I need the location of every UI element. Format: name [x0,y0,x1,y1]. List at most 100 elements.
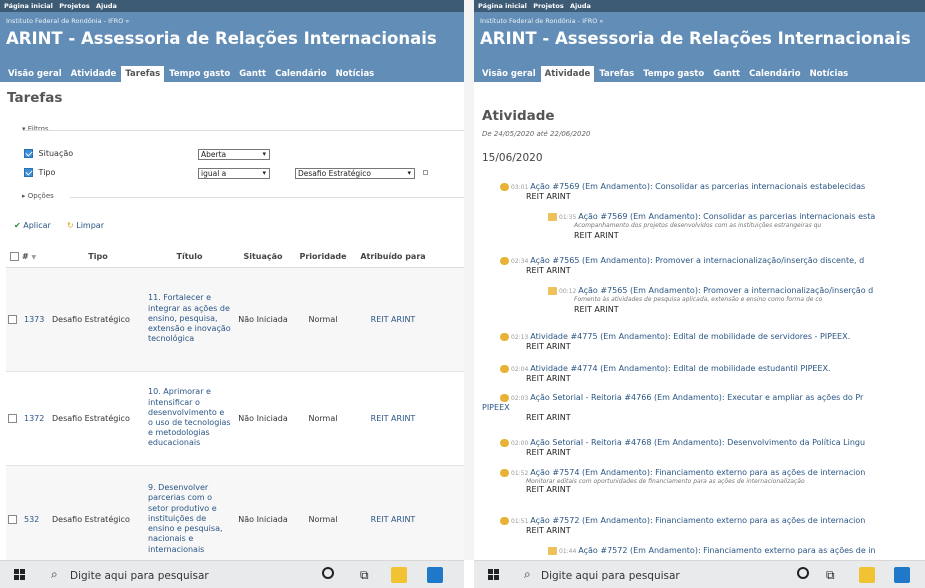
entry-link[interactable]: Ação #7569 (Em Andamento): Consolidar as… [578,212,875,221]
windows-start-icon[interactable] [488,569,500,581]
status-operator-select[interactable]: Aberta ▾ [198,149,270,160]
issue-icon [500,468,509,477]
taskbar-search-box[interactable]: Digite aqui para pesquisar [70,570,209,582]
tab-overview[interactable]: Visão geral [4,66,66,82]
check-icon: ✔ [14,221,21,230]
mail-icon[interactable] [427,567,443,583]
entry-time: 01:44 [559,548,577,555]
entry-author-link[interactable]: REIT ARINT [526,342,571,351]
tab-tasks[interactable]: Tarefas [595,66,638,82]
cortana-icon[interactable] [322,567,334,579]
type-value-select[interactable]: Desafio Estratégico ▾ [295,168,415,179]
menu-help[interactable]: Ajuda [96,2,117,10]
tab-news[interactable]: Notícias [806,66,853,82]
issue-id-link[interactable]: 1372 [22,371,50,466]
mail-icon[interactable] [894,567,910,583]
menu-help[interactable]: Ajuda [570,2,591,10]
tab-activity[interactable]: Atividade [67,66,121,82]
entry-link[interactable]: Atividade #4774 (Em Andamento): Edital d… [530,364,830,373]
taskbar-left: ⌕ Digite aqui para pesquisar ⧉ [0,560,464,588]
entry-link[interactable]: Ação Setorial - Reitoria #4768 (Em Andam… [530,438,865,447]
entry-link[interactable]: Ação #7565 (Em Andamento): Promover a in… [578,286,873,295]
table-row[interactable]: 1373 Desafio Estratégico 11. Fortalecer … [6,267,464,372]
entry-link[interactable]: Ação #7574 (Em Andamento): Financiamento… [530,468,865,477]
row-checkbox[interactable] [8,413,17,423]
entry-author-link[interactable]: REIT ARINT [574,231,619,240]
tab-time-spent[interactable]: Tempo gasto [165,66,234,82]
issue-title-link[interactable]: 10. Aprimorar e intensificar o desenvolv… [146,371,233,466]
row-checkbox[interactable] [8,514,17,524]
entry-author-link[interactable]: REIT ARINT [526,192,571,201]
entry-author-link[interactable]: REIT ARINT [526,374,571,383]
project-header: Instituto Federal de Rondônia - IFRO » A… [0,12,464,82]
tab-tasks[interactable]: Tarefas [121,66,165,82]
col-assignee[interactable]: Atribuído para [353,247,433,268]
table-row[interactable]: 532 Desafio Estratégico 9. Desenvolver p… [6,465,464,560]
taskbar-search-box[interactable]: Digite aqui para pesquisar [541,570,680,582]
search-icon[interactable]: ⌕ [524,567,531,582]
options-toggle[interactable]: ▸ Opções [22,192,54,200]
entry-link[interactable]: Atividade #4775 (Em Andamento): Edital d… [530,332,850,341]
menu-projects[interactable]: Projetos [59,2,90,10]
search-icon[interactable]: ⌕ [51,567,58,582]
apply-link[interactable]: ✔ Aplicar [14,221,51,230]
tab-calendar[interactable]: Calendário [271,66,330,82]
entry-author-link[interactable]: REIT ARINT [526,485,571,494]
filter-status-checkbox[interactable] [24,149,33,158]
tab-time-spent[interactable]: Tempo gasto [639,66,708,82]
row-checkbox[interactable] [8,314,17,324]
task-view-icon[interactable]: ⧉ [360,568,369,583]
select-all-checkbox[interactable] [9,252,19,262]
tab-overview[interactable]: Visão geral [478,66,540,82]
menu-home[interactable]: Página inicial [4,2,53,10]
col-type[interactable]: Tipo [50,247,146,268]
entry-author-link[interactable]: REIT ARINT [526,413,571,422]
issue-status: Não Iniciada [233,371,293,466]
clear-link[interactable]: ↻ Limpar [67,221,104,230]
entry-author-link[interactable]: REIT ARINT [526,526,571,535]
file-explorer-icon[interactable] [859,567,875,583]
cortana-icon[interactable] [797,567,809,579]
entry-link[interactable]: Ação #7572 (Em Andamento): Financiamento… [530,516,865,525]
task-view-icon[interactable]: ⧉ [826,568,835,583]
issue-id-link[interactable]: 1373 [22,267,50,372]
entry-link[interactable]: Ação Setorial - Reitoria #4766 (Em Andam… [530,393,863,402]
menu-projects[interactable]: Projetos [533,2,564,10]
tab-activity[interactable]: Atividade [540,66,595,82]
filter-status-label: Situação [38,149,74,158]
issue-assignee-link[interactable]: REIT ARINT [353,267,433,372]
windows-start-icon[interactable] [14,569,26,581]
filter-type-checkbox[interactable] [24,168,33,177]
issue-title-link[interactable]: 9. Desenvolver parcerias com o setor pro… [146,465,233,560]
filters-toggle[interactable]: ▾ Filtros [22,125,49,133]
issue-title-link[interactable]: 11. Fortalecer e integrar as ações de en… [146,267,233,372]
tab-gantt[interactable]: Gantt [235,66,270,82]
table-row[interactable]: 1372 Desafio Estratégico 10. Aprimorar e… [6,371,464,466]
entry-link[interactable]: Ação #7572 (Em Andamento): Financiamento… [578,546,875,555]
col-title[interactable]: Título [146,247,233,268]
entry-link[interactable]: Ação #7565 (Em Andamento): Promover a in… [530,256,864,265]
issue-id-link[interactable]: 532 [22,465,50,560]
entry-link[interactable]: Ação #7569 (Em Andamento): Consolidar as… [530,182,865,191]
menu-home[interactable]: Página inicial [478,2,527,10]
issue-assignee-link[interactable]: REIT ARINT [353,371,433,466]
entry-link-continued[interactable]: PIPEEX [482,403,510,412]
col-id[interactable]: # ▼ [22,247,50,268]
col-priority[interactable]: Prioridade [293,247,353,268]
tab-news[interactable]: Notícias [332,66,379,82]
type-operator-select[interactable]: igual a ▾ [198,168,270,179]
entry-author-link[interactable]: REIT ARINT [574,305,619,314]
chevron-down-icon: ▾ [262,169,266,177]
entry-author-link[interactable]: REIT ARINT [526,448,571,457]
issue-assignee-link[interactable]: REIT ARINT [353,465,433,560]
col-status[interactable]: Situação [233,247,293,268]
multi-select-toggle-icon[interactable] [423,170,428,175]
parent-project-link[interactable]: Instituto Federal de Rondônia - IFRO » [6,17,129,25]
parent-project-link[interactable]: Instituto Federal de Rondônia - IFRO » [480,17,603,25]
entry-time: 01:52 [511,470,529,477]
entry-author-link[interactable]: REIT ARINT [526,266,571,275]
tab-gantt[interactable]: Gantt [709,66,744,82]
file-explorer-icon[interactable] [391,567,407,583]
tab-calendar[interactable]: Calendário [745,66,804,82]
entry-time: 01:51 [511,518,529,525]
